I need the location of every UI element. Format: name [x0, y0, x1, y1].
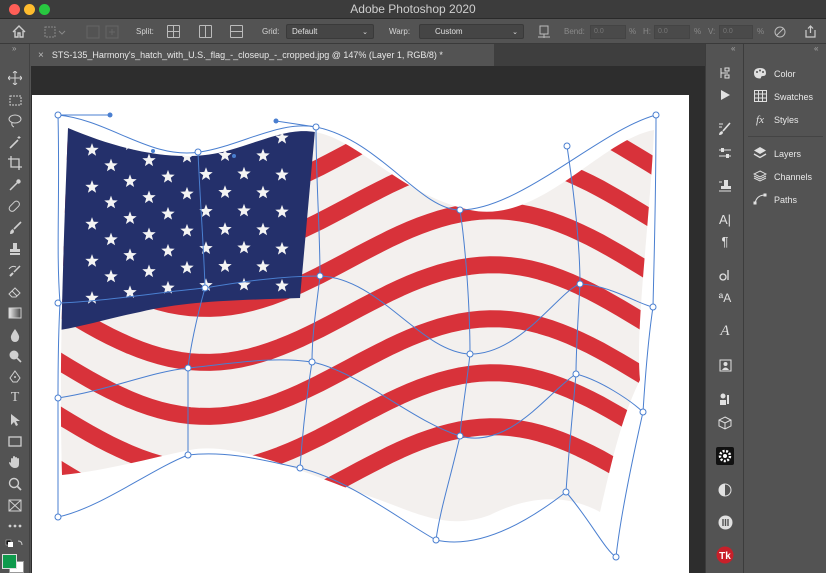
layers-icon [752, 146, 768, 162]
character-styles-icon[interactable]: ªA [715, 289, 735, 307]
panel-divider [748, 136, 823, 137]
paragraph-panel-icon[interactable]: ¶ [715, 232, 735, 250]
panel-swatches[interactable]: Swatches [752, 89, 813, 105]
share-icon[interactable] [804, 19, 817, 44]
timeline-icon[interactable] [715, 513, 735, 531]
panel-styles[interactable]: fx Styles [752, 112, 799, 128]
tk-plugin-icon[interactable]: Tk [715, 546, 735, 564]
plugin-gear-icon[interactable] [715, 447, 735, 465]
panel-color[interactable]: Color [752, 66, 796, 82]
3d-panel-icon[interactable] [715, 414, 735, 432]
libraries-icon[interactable] [715, 390, 735, 408]
channels-icon [752, 169, 768, 185]
panel-paths-label: Paths [774, 195, 798, 205]
photoshop-window: Adobe Photoshop 2020 Split: Grid: Defaul… [0, 0, 826, 573]
foreground-color-swatch[interactable] [2, 554, 17, 569]
grid-icon [752, 89, 768, 105]
panel-swatches-label: Swatches [774, 92, 814, 102]
collapse-panels-icon[interactable]: « [814, 44, 818, 53]
flag-star [199, 130, 213, 143]
contrast-icon[interactable] [715, 481, 735, 499]
fx-icon: fx [756, 114, 764, 126]
panel-list: « Color Swatches fx Styles Layers Channe… [743, 44, 826, 573]
svg-text:Tk: Tk [719, 551, 731, 562]
panel-color-label: Color [774, 69, 796, 79]
v-distortion-input[interactable]: 0.0 [719, 24, 753, 39]
history-panel-icon[interactable] [715, 64, 735, 82]
paths-icon [752, 193, 768, 208]
glyph-panel-icon[interactable]: A [715, 322, 735, 340]
character-panel-icon[interactable]: A| [715, 210, 735, 228]
flag-star [237, 129, 251, 143]
cancel-transform-icon[interactable] [774, 19, 786, 44]
v-percent: % [757, 27, 765, 36]
panel-layers[interactable]: Layers [752, 146, 801, 162]
flag-image [60, 128, 654, 522]
warped-flag-artwork[interactable] [0, 0, 705, 573]
glyphs-icon[interactable] [715, 266, 735, 284]
panel-paths[interactable]: Paths [752, 192, 797, 208]
panel-layers-label: Layers [774, 149, 802, 159]
adjustments-icon[interactable] [715, 144, 735, 162]
flag-canton [60, 128, 315, 330]
panel-icon-dock: « A| ¶ ªA A Tk [705, 44, 743, 573]
panel-channels[interactable]: Channels [752, 169, 812, 185]
play-actions-icon[interactable] [715, 86, 735, 104]
properties-panel-icon[interactable] [715, 356, 735, 374]
brush-settings-icon[interactable] [715, 120, 735, 138]
palette-icon [752, 67, 768, 82]
collapse-dock-icon[interactable]: « [731, 44, 735, 53]
clone-source-icon[interactable] [715, 177, 735, 195]
panel-styles-label: Styles [774, 115, 799, 125]
v-label: V: [708, 27, 716, 36]
flag-star [161, 132, 175, 146]
panel-channels-label: Channels [774, 172, 813, 182]
